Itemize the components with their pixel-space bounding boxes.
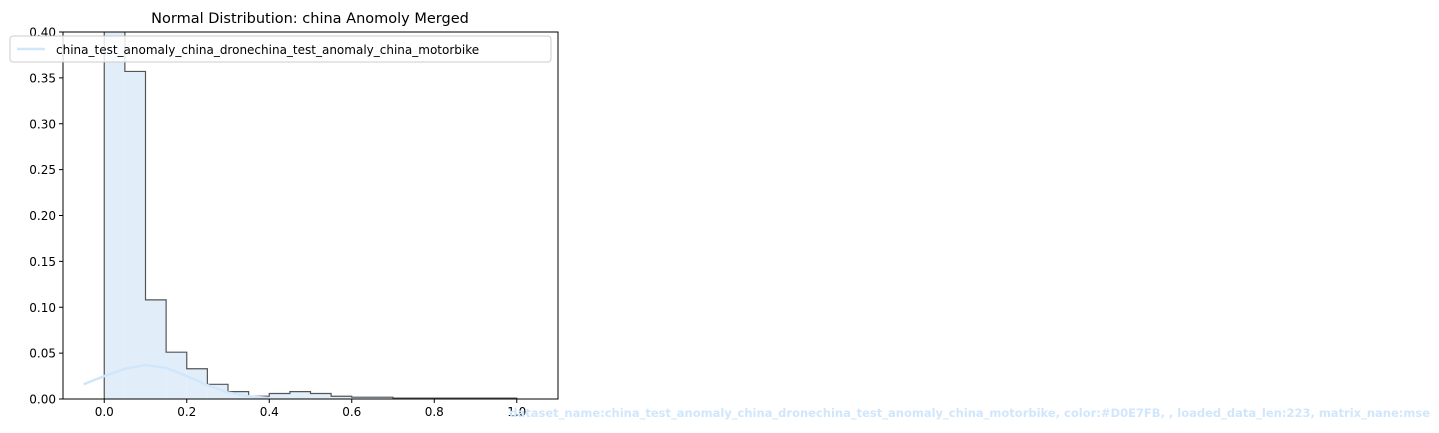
legend: china_test_anomaly_china_dronechina_test… <box>9 35 552 63</box>
x-tick-label: 0.4 <box>260 405 279 419</box>
chart: Normal Distribution: china Anomoly Merge… <box>9 11 1430 421</box>
annotation-text: dataset_name:china_test_anomaly_china_dr… <box>509 406 1430 421</box>
y-tick-label: 0.30 <box>29 117 56 131</box>
y-tick-label: 0.15 <box>29 255 56 269</box>
histogram-bar <box>145 299 167 399</box>
histogram-bar <box>269 393 290 399</box>
x-tick-label: 0.2 <box>177 405 196 419</box>
y-tick-label: 0.00 <box>29 393 56 407</box>
histogram-bar <box>310 393 332 399</box>
histogram-bar <box>124 71 146 399</box>
y-tick-label: 0.20 <box>29 209 56 223</box>
legend-label: china_test_anomaly_china_dronechina_test… <box>56 43 479 57</box>
y-tick-label: 0.35 <box>29 71 56 85</box>
plot-area <box>83 32 518 399</box>
y-tick-label: 0.25 <box>29 163 56 177</box>
y-tick-label: 0.05 <box>29 347 56 361</box>
x-tick-label: 0.8 <box>425 405 444 419</box>
x-tick-label: 0.6 <box>342 405 361 419</box>
histogram-bar <box>289 391 311 399</box>
histogram-bar <box>104 32 125 399</box>
chart-title: Normal Distribution: china Anomoly Merge… <box>151 11 469 27</box>
histogram-outline <box>103 32 518 399</box>
y-tick-label: 0.10 <box>29 301 56 315</box>
x-tick-label: 0.0 <box>95 405 114 419</box>
